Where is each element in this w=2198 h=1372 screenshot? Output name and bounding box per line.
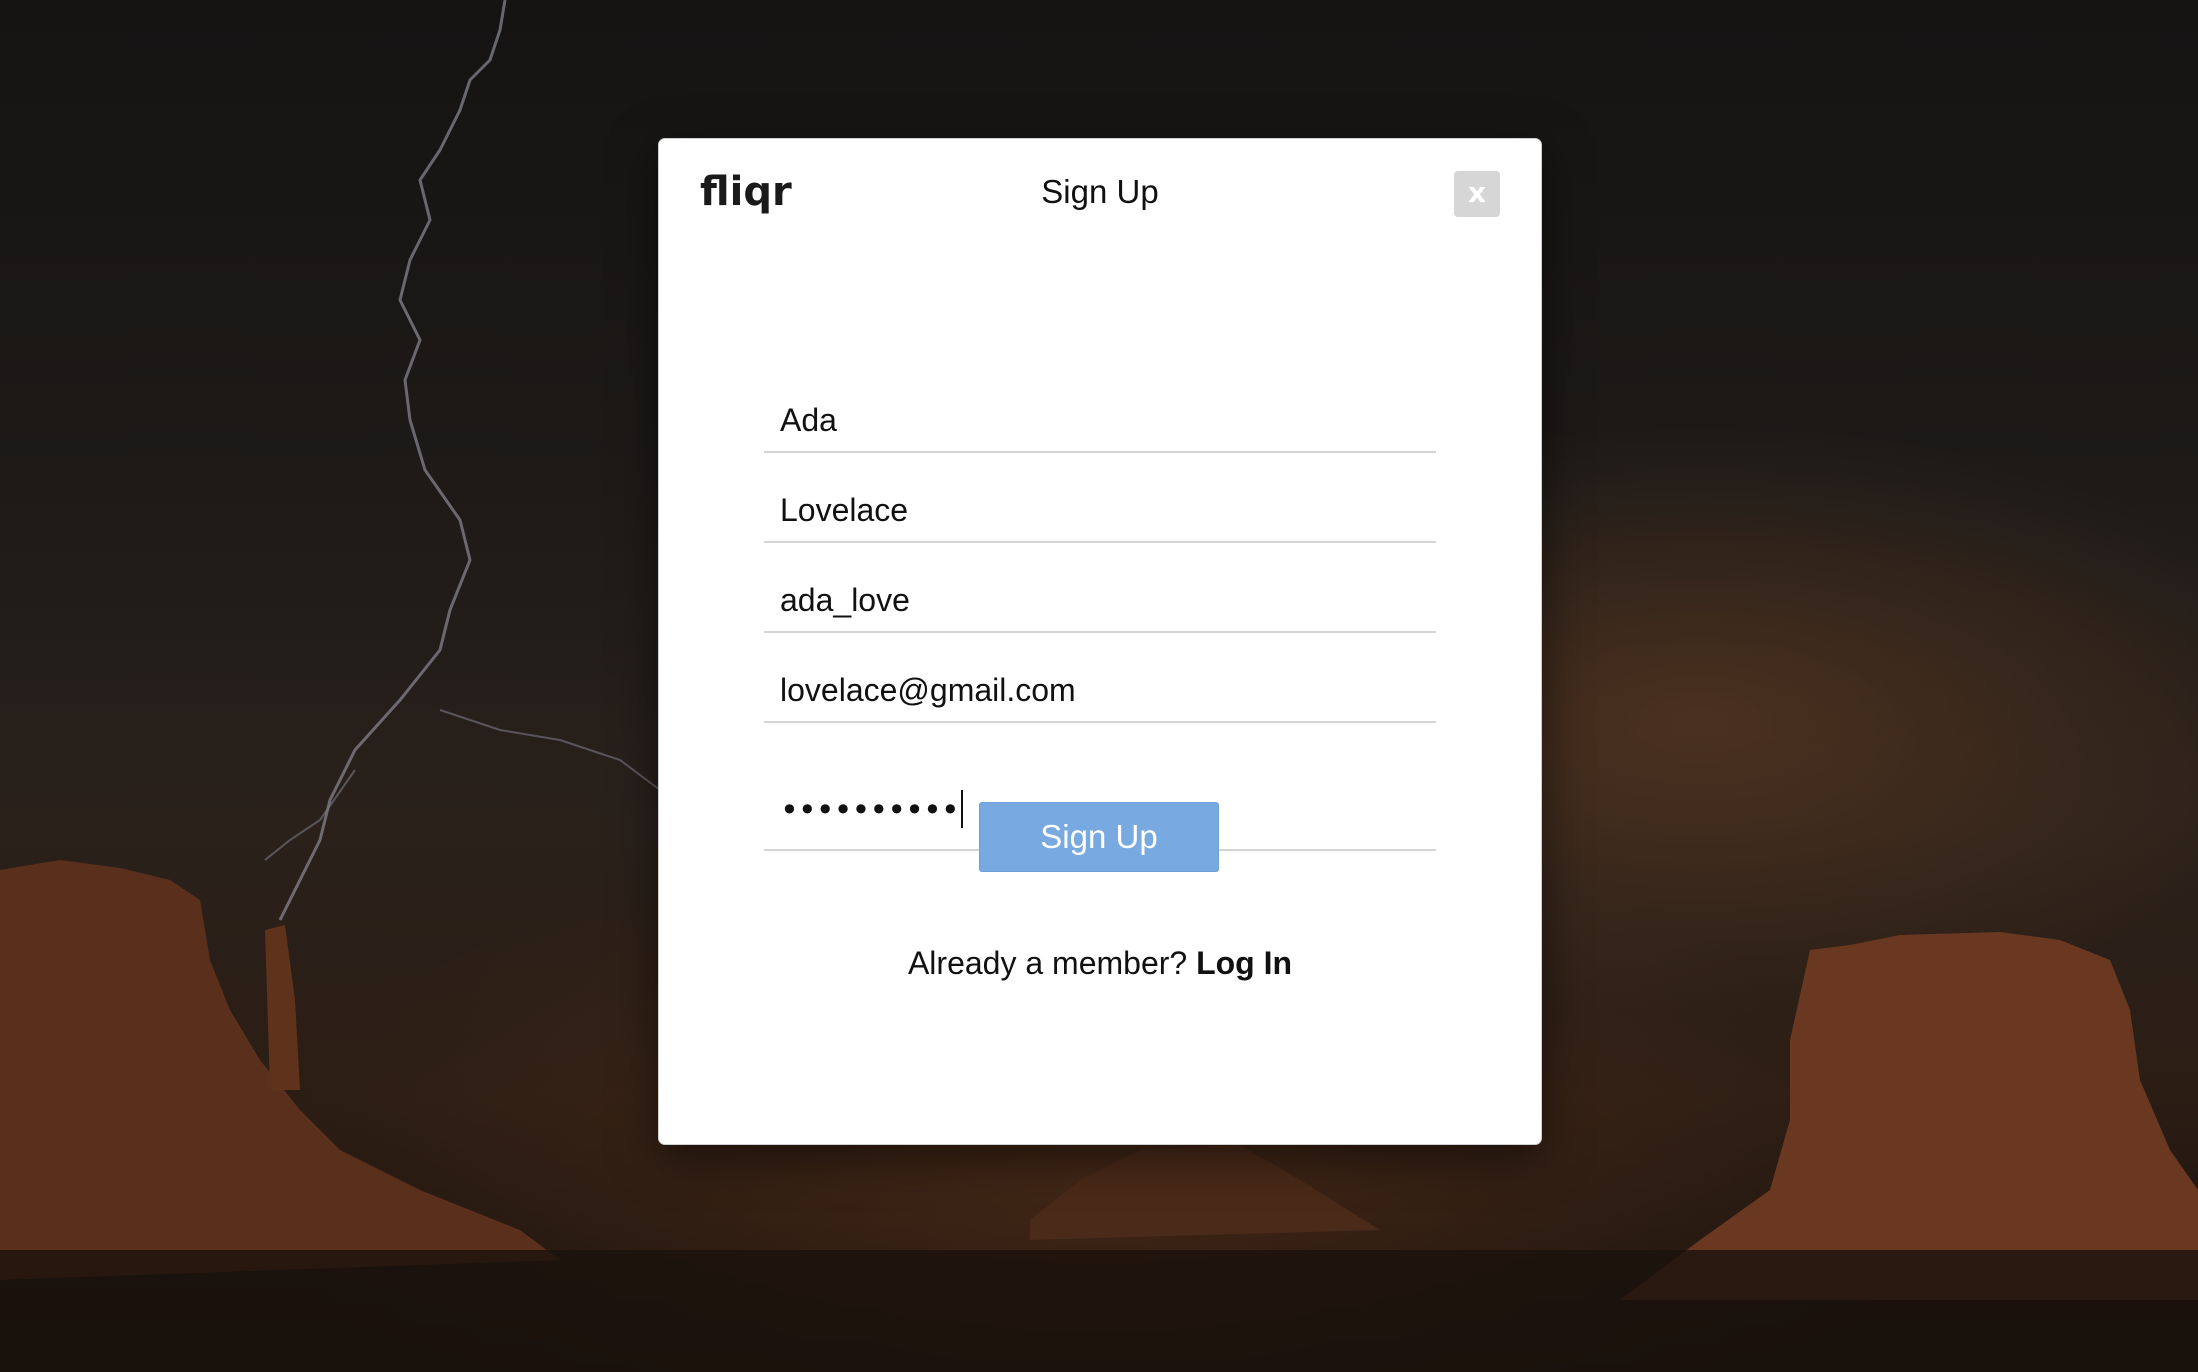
- text-caret: [960, 790, 963, 828]
- email-field[interactable]: [764, 659, 1436, 723]
- password-mask: ••••••••••: [780, 790, 963, 831]
- modal-title: Sign Up: [1041, 173, 1159, 210]
- last-name-field[interactable]: [764, 479, 1436, 543]
- close-button[interactable]: x: [1454, 171, 1500, 217]
- member-prompt-line: Already a member? Log In: [659, 945, 1541, 982]
- signup-button[interactable]: Sign Up: [979, 802, 1219, 872]
- login-link[interactable]: Log In: [1196, 945, 1292, 981]
- first-name-field[interactable]: [764, 389, 1436, 453]
- username-field[interactable]: [764, 569, 1436, 633]
- right-mesa: [1620, 932, 2198, 1300]
- center-butte: [1030, 1145, 1380, 1240]
- signup-modal: fliqr Sign Up x •••••••••• Sign Up Alrea…: [659, 139, 1541, 1144]
- member-prompt: Already a member?: [907, 945, 1188, 981]
